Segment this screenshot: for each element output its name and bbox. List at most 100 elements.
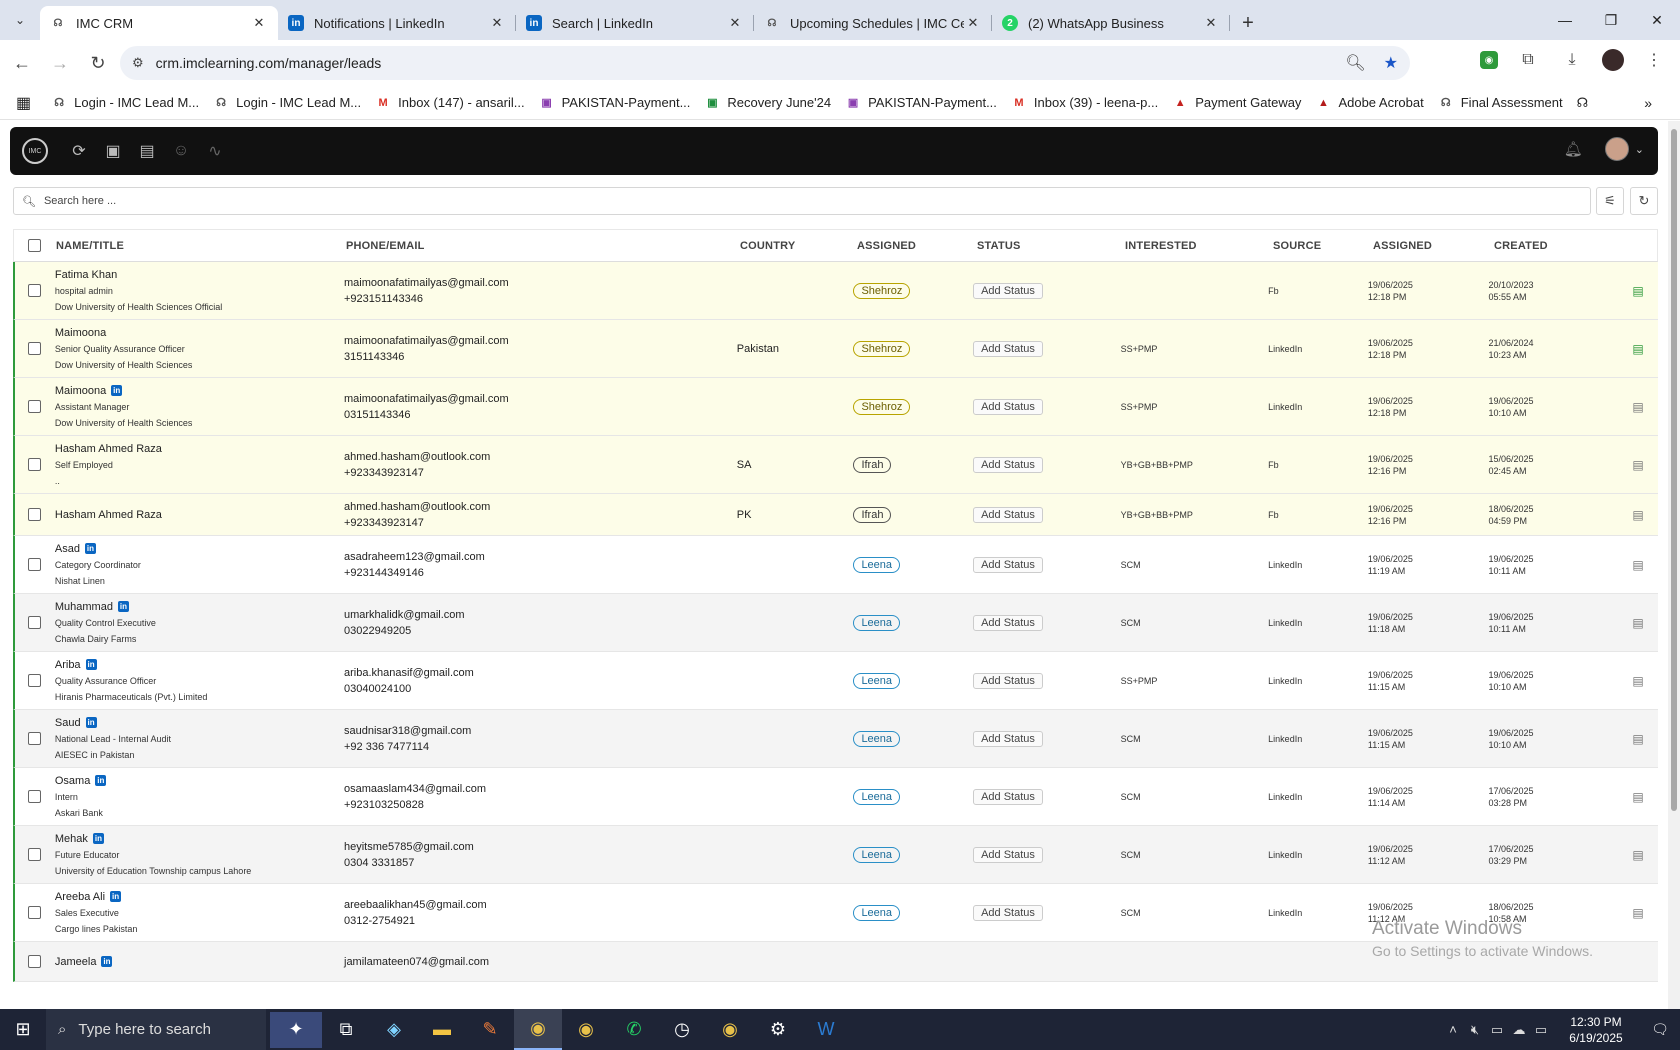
browser-tab[interactable]: ☊ IMC CRM ✕ [40,6,278,40]
table-row[interactable]: Hasham Ahmed Raza ahmed.hasham@outlook.co… [13,494,1658,536]
imc-logo[interactable]: IMC [22,138,48,164]
linkedin-icon[interactable]: in [85,717,97,728]
document-icon[interactable]: ▤ [1632,558,1643,572]
lead-name[interactable]: Hasham Ahmed Raza [55,441,162,457]
table-row[interactable]: Hasham Ahmed Raza Self Employed.. ahmed.ha… [13,436,1658,494]
assignee-badge[interactable]: Shehroz [853,340,911,357]
lead-email[interactable]: jamilamateen074@gmail.com [344,954,737,970]
refresh-button[interactable]: ↻ [1630,187,1658,215]
table-row[interactable]: Osama in Intern Askari Bank osamaaslam434@gm… [13,768,1658,826]
close-tab-icon[interactable]: ✕ [1202,15,1220,31]
row-checkbox[interactable] [28,616,42,629]
bookmark-item[interactable]: ▣ PAKISTAN-Payment... [539,95,690,111]
table-row[interactable]: Jameela in jamilamateen074@gmail.com [13,942,1658,982]
lead-phone[interactable]: 03022949205 [344,623,737,639]
lead-name[interactable]: Asad [55,541,80,557]
network-icon[interactable]: ▭ [1486,1022,1508,1038]
col-interested[interactable]: INTERESTED [1125,240,1273,252]
file-explorer-icon[interactable]: ▬ [418,1009,466,1050]
linkedin-icon[interactable]: in [117,601,129,612]
forward-icon[interactable]: → [44,47,76,79]
table-row[interactable]: Saud in National Lead - Internal Audit AIES… [13,710,1658,768]
flag-widget-icon[interactable]: ✦ [270,1011,322,1048]
row-checkbox[interactable] [28,342,42,355]
app-blue-icon[interactable]: ✎ [466,1009,514,1050]
user-icon[interactable]: ☺ [164,134,198,168]
row-checkbox[interactable] [28,458,42,471]
more-bookmarks-icon[interactable]: » [1644,95,1652,111]
sync-icon[interactable]: ⟳ [62,134,96,168]
linkedin-icon[interactable]: in [92,833,104,844]
chrome-alt-icon[interactable]: ◉ [706,1009,754,1050]
table-row[interactable]: Fatima Khan hospital admin Dow University … [13,262,1658,320]
page-scrollbar[interactable] [1668,121,1680,1009]
close-tab-icon[interactable]: ✕ [488,15,506,31]
table-row[interactable]: Muhammad in Quality Control Executive Chawl… [13,594,1658,652]
leads-search[interactable]: 🔍︎ Search here ... [13,187,1591,215]
col-assigned-date[interactable]: ASSIGNED [1373,240,1494,252]
bell-icon[interactable]: 🔔︎ [1564,140,1583,158]
assignee-badge[interactable]: Shehroz [853,398,911,415]
bookmark-item[interactable]: ☊ Login - IMC Lead M... [213,95,361,111]
row-checkbox[interactable] [28,790,42,803]
col-source[interactable]: SOURCE [1273,240,1373,252]
lead-name[interactable]: Fatima Khan [55,267,117,283]
add-status-button[interactable]: Add Status [973,730,1043,747]
lead-email[interactable]: asadraheem123@gmail.com [344,549,737,565]
chrome-icon[interactable]: ◉ [514,1009,562,1050]
lead-name[interactable]: Muhammad [55,599,113,615]
document-icon[interactable]: ▤ [130,134,164,168]
add-status-button[interactable]: Add Status [973,904,1043,921]
user-avatar[interactable] [1604,137,1629,161]
document-icon[interactable]: ▤ [1632,458,1643,472]
lead-email[interactable]: maimoonafatimailyas@gmail.com [344,275,737,291]
linkedin-icon[interactable]: in [85,659,97,670]
lead-phone[interactable]: 03151143346 [344,407,737,423]
new-tab-button[interactable]: + [1230,6,1266,40]
lead-email[interactable]: umarkhalidk@gmail.com [344,607,737,623]
col-status[interactable]: STATUS [977,240,1125,252]
taskbar-search-input[interactable]: Type here to search [78,1021,211,1038]
settings-gear-icon[interactable]: ⚙ [754,1009,802,1050]
tab-search-icon[interactable]: ⌄ [0,0,40,40]
add-status-button[interactable]: Add Status [973,788,1043,805]
assignee-badge[interactable]: Leena [853,614,901,631]
document-icon[interactable]: ▤ [1632,342,1643,356]
document-icon[interactable]: ▤ [1632,732,1643,746]
add-status-button[interactable]: Add Status [973,340,1043,357]
lead-name[interactable]: Maimoona [55,383,106,399]
document-icon[interactable]: ▤ [1632,508,1643,522]
col-assigned[interactable]: ASSIGNED [857,240,977,252]
linkedin-icon[interactable]: in [110,891,122,902]
assignee-badge[interactable]: Leena [853,556,901,573]
lead-name[interactable]: Maimoona [55,325,106,341]
col-created[interactable]: CREATED [1494,240,1624,252]
download-icon[interactable]: ⤓ [1558,46,1586,74]
assignee-badge[interactable]: Shehroz [853,282,911,299]
lead-email[interactable]: heyitsme5785@gmail.com [344,839,737,855]
assignee-badge[interactable]: Leena [853,904,901,921]
weather-icon[interactable]: ☁ [1508,1022,1530,1038]
close-window-icon[interactable]: ✕ [1634,0,1680,40]
col-country[interactable]: COUNTRY [740,240,857,252]
chevron-up-icon[interactable]: ˄ [1442,1022,1464,1037]
document-icon[interactable]: ▤ [1632,674,1643,688]
assignee-badge[interactable]: Leena [853,846,901,863]
add-status-button[interactable]: Add Status [973,282,1043,299]
lead-phone[interactable]: 3151143346 [344,349,737,365]
lead-phone[interactable]: 0304 3331857 [344,855,737,871]
taskbar-search[interactable]: ⌕ Type here to search [46,1009,266,1050]
linkedin-icon[interactable]: in [84,543,96,554]
taskbar-clock[interactable]: 12:30 PM 6/19/2025 [1552,1014,1640,1046]
document-icon[interactable]: ▤ [1632,790,1643,804]
lead-name[interactable]: Jameela [55,954,97,970]
linkedin-icon[interactable]: in [101,956,113,967]
add-status-button[interactable]: Add Status [973,614,1043,631]
bookmark-item[interactable]: ▣ Recovery June'24 [704,95,831,111]
assignee-badge[interactable]: Ifrah [853,506,892,523]
row-checkbox[interactable] [28,848,42,861]
lead-name[interactable]: Areeba Ali [55,889,105,905]
task-view-icon[interactable]: ⧉ [322,1009,370,1050]
add-status-button[interactable]: Add Status [973,506,1043,523]
add-status-button[interactable]: Add Status [973,556,1043,573]
